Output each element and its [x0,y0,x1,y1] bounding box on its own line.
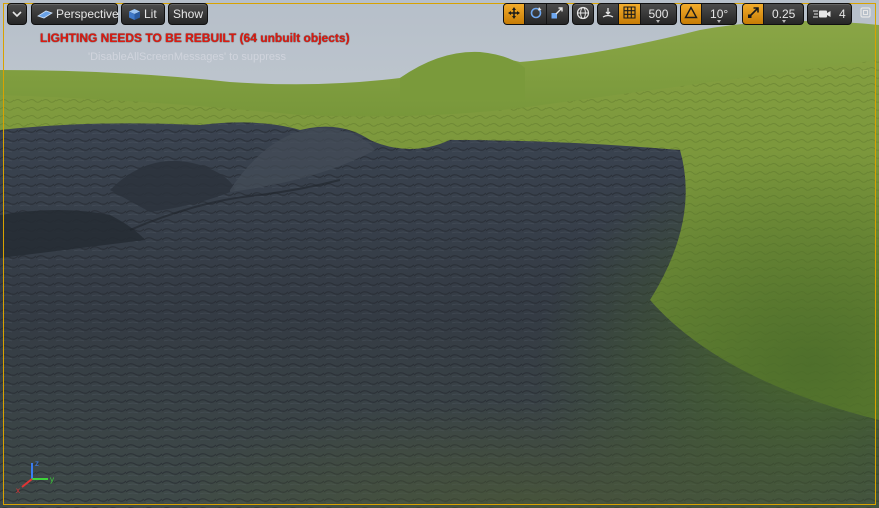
maximize-icon [859,7,871,21]
lighting-rebuild-warning: LIGHTING NEEDS TO BE REBUILT (64 unbuilt… [40,31,350,45]
scale-snap-value: 0.25 [771,7,796,21]
rotation-snap-toggle-button[interactable] [681,4,703,24]
surface-snap-button[interactable] [598,4,620,24]
translate-cross-arrows-icon [507,6,521,23]
scale-mode-button[interactable] [547,4,568,24]
scale-icon [550,6,564,23]
perspective-cube-icon [37,8,53,20]
level-viewport[interactable]: Perspective Lit Show 500 10° 0.25 4 LIGH… [0,0,879,508]
show-flags-button[interactable]: Show [168,3,208,25]
scale-snap-value-dropdown[interactable]: 0.25 [764,4,803,24]
grid-snap-toggle-button[interactable] [619,4,641,24]
grid-snap-value: 500 [648,7,669,21]
show-label: Show [172,7,204,21]
transform-tools-group [503,3,569,25]
x-axis-line [21,478,33,488]
camera-speed-value: 4 [839,7,846,21]
rotation-snap-value-dropdown[interactable]: 10° [702,4,736,24]
globe-icon [576,6,590,23]
landscape-scene[interactable] [0,0,879,508]
suppress-messages-hint: 'DisableAllScreenMessages' to suppress [88,51,287,63]
scale-snap-toggle-button[interactable] [743,4,765,24]
perspective-label: Perspective [56,7,119,21]
rotation-snap-value: 10° [710,7,729,21]
rotate-mode-button[interactable] [525,4,547,24]
translate-mode-button[interactable] [504,4,526,24]
perspective-button[interactable]: Perspective [31,3,119,25]
chevron-down-icon [12,7,22,21]
camera-speed-icon [813,8,831,20]
axis-gizmo: z y x [16,459,54,495]
chevron-down-icon [781,20,786,23]
x-axis-label: x [16,486,20,495]
z-axis-label: z [35,459,39,468]
world-local-toggle-button[interactable] [572,3,594,25]
view-mode-lit-button[interactable]: Lit [121,3,165,25]
grid-icon [623,6,636,22]
y-axis-label: y [50,475,54,484]
angle-icon [684,6,698,22]
lit-label: Lit [144,7,157,21]
grid-snap-value-dropdown[interactable]: 500 [641,4,676,24]
scale-snap-group: 0.25 [742,3,804,25]
grid-snap-group: 500 [597,3,677,25]
viewport-options-button[interactable] [7,3,27,25]
chevron-down-icon [656,20,661,23]
camera-speed-button[interactable]: 4 [807,3,852,25]
surface-snap-icon [601,6,615,23]
maximize-viewport-button[interactable] [856,3,874,25]
chevron-down-icon [717,20,722,23]
scale-arrow-icon [747,6,760,22]
rotation-snap-group: 10° [680,3,737,25]
rotate-icon [529,6,543,23]
lit-cube-icon [128,8,141,21]
